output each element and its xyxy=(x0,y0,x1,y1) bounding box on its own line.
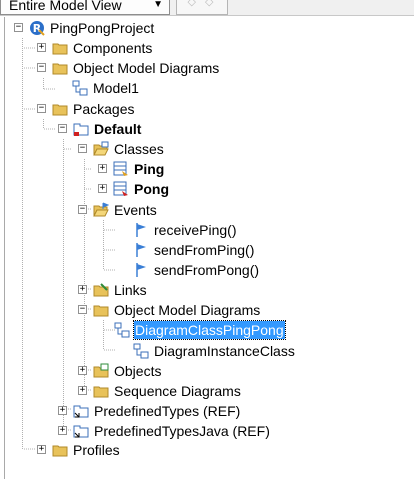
tree-label-events: Events xyxy=(114,202,157,218)
tree-label-diagram-class-ping-pong: DiagramClassPingPong xyxy=(133,320,286,340)
tree-row-send-from-ping[interactable]: sendFromPing() xyxy=(133,240,255,260)
tree-row-events[interactable]: − Events xyxy=(78,200,158,220)
tree-row-receive-ping[interactable]: receivePing() xyxy=(133,220,237,240)
folder-icon xyxy=(52,60,68,76)
tree-label-predefined-types: PredefinedTypes (REF) xyxy=(94,403,241,419)
tree-label-project: PingPongProject xyxy=(50,20,155,36)
tree-row-links[interactable]: + Links xyxy=(78,280,148,300)
tree-row-diagram-class-ping-pong[interactable]: DiagramClassPingPong xyxy=(114,320,286,340)
tree-label-ping: Ping xyxy=(134,161,165,177)
tree-label-classes: Classes xyxy=(114,141,164,157)
collapse-toggle[interactable]: − xyxy=(37,104,46,113)
tree-label-send-from-pong: sendFromPong() xyxy=(154,262,260,278)
tree-label-model1: Model1 xyxy=(93,80,139,96)
package-ref-icon xyxy=(73,423,89,439)
class-icon xyxy=(113,181,129,197)
tree-label-sequence-diagrams: Sequence Diagrams xyxy=(114,383,241,399)
folder-open-icon xyxy=(93,141,109,157)
tree-label-links: Links xyxy=(114,282,147,298)
expand-toggle[interactable]: + xyxy=(98,184,107,193)
folder-objects-icon xyxy=(93,363,109,379)
rhapsody-project-icon: R xyxy=(29,20,45,36)
expand-toggle[interactable]: + xyxy=(78,386,87,395)
view-select[interactable]: Entire Model View ▼ xyxy=(0,0,170,15)
folder-icon xyxy=(93,383,109,399)
collapse-toggle[interactable]: − xyxy=(78,205,87,214)
folder-icon xyxy=(52,101,68,117)
tree-row-objects[interactable]: + Objects xyxy=(78,361,162,381)
tree-label-packages: Packages xyxy=(73,101,135,117)
tree-label-object-model-diagrams-nested: Object Model Diagrams xyxy=(114,302,261,318)
tree-row-pong[interactable]: + Pong xyxy=(98,179,170,199)
package-icon xyxy=(73,121,89,137)
tree-label-diagram-instance-class: DiagramInstanceClass xyxy=(154,343,295,359)
event-flag-icon xyxy=(133,262,149,278)
tree-label-receive-ping: receivePing() xyxy=(154,222,237,238)
tree-label-objects: Objects xyxy=(114,363,162,379)
collapse-toggle[interactable]: − xyxy=(78,305,87,314)
tree-label-object-model-diagrams: Object Model Diagrams xyxy=(73,60,220,76)
tree-row-model1[interactable]: Model1 xyxy=(72,78,140,98)
folder-open-icon xyxy=(93,202,110,218)
tree-row-sequence-diagrams[interactable]: + Sequence Diagrams xyxy=(78,381,242,401)
folder-icon xyxy=(52,442,68,458)
expand-toggle[interactable]: + xyxy=(98,164,107,173)
tree-row-default[interactable]: − Default xyxy=(58,119,142,139)
package-ref-icon xyxy=(73,403,89,419)
tree-label-pong: Pong xyxy=(134,181,169,197)
diagram-icon xyxy=(72,80,88,96)
event-flag-icon xyxy=(133,242,149,258)
tree-row-packages[interactable]: − Packages xyxy=(37,99,135,119)
tree-label-components: Components xyxy=(73,40,153,56)
tree-row-diagram-instance-class[interactable]: DiagramInstanceClass xyxy=(133,341,296,361)
svg-text:R: R xyxy=(33,22,42,35)
expand-toggle[interactable]: + xyxy=(78,285,87,294)
tree-row-classes[interactable]: − Classes xyxy=(78,139,165,159)
folder-icon xyxy=(52,40,68,56)
tree-row-predefined-types[interactable]: + PredefinedTypes (REF) xyxy=(58,401,241,421)
tree-row-project[interactable]: − R PingPongProject xyxy=(14,18,155,38)
expand-toggle[interactable]: + xyxy=(78,366,87,375)
folder-links-icon xyxy=(93,282,109,298)
tree-row-components[interactable]: + Components xyxy=(37,38,153,58)
expand-toggle[interactable]: + xyxy=(37,445,46,454)
navigate-button[interactable]: ◇ ◇ xyxy=(176,0,228,15)
collapse-toggle[interactable]: − xyxy=(78,144,87,153)
tree-row-profiles[interactable]: + Profiles xyxy=(37,440,121,460)
tree-label-send-from-ping: sendFromPing() xyxy=(154,242,255,258)
folder-icon xyxy=(93,302,109,318)
view-toolbar: Entire Model View ▼ ◇ ◇ xyxy=(0,0,414,16)
diagram-icon xyxy=(133,343,149,359)
tree-label-predefined-types-java: PredefinedTypesJava (REF) xyxy=(94,423,270,439)
expand-toggle[interactable]: + xyxy=(58,406,67,415)
expand-toggle[interactable]: + xyxy=(37,43,46,52)
tree-row-ping[interactable]: + Ping xyxy=(98,159,165,179)
view-select-value: Entire Model View xyxy=(9,0,122,13)
class-icon xyxy=(113,161,129,177)
tree-row-predefined-types-java[interactable]: + PredefinedTypesJava (REF) xyxy=(58,421,271,441)
tree-row-send-from-pong[interactable]: sendFromPong() xyxy=(133,260,260,280)
tree-label-default: Default xyxy=(94,121,142,137)
tree-row-object-model-diagrams[interactable]: − Object Model Diagrams xyxy=(37,58,220,78)
expand-toggle[interactable]: + xyxy=(58,426,67,435)
collapse-toggle[interactable]: − xyxy=(37,63,46,72)
chevron-down-icon: ▼ xyxy=(153,0,163,10)
tree-row-object-model-diagrams-nested[interactable]: − Object Model Diagrams xyxy=(78,300,261,320)
tree-label-profiles: Profiles xyxy=(73,442,120,458)
collapse-toggle[interactable]: − xyxy=(58,124,67,133)
diagram-icon xyxy=(114,322,130,338)
event-flag-icon xyxy=(133,222,149,238)
collapse-toggle[interactable]: − xyxy=(14,23,23,32)
